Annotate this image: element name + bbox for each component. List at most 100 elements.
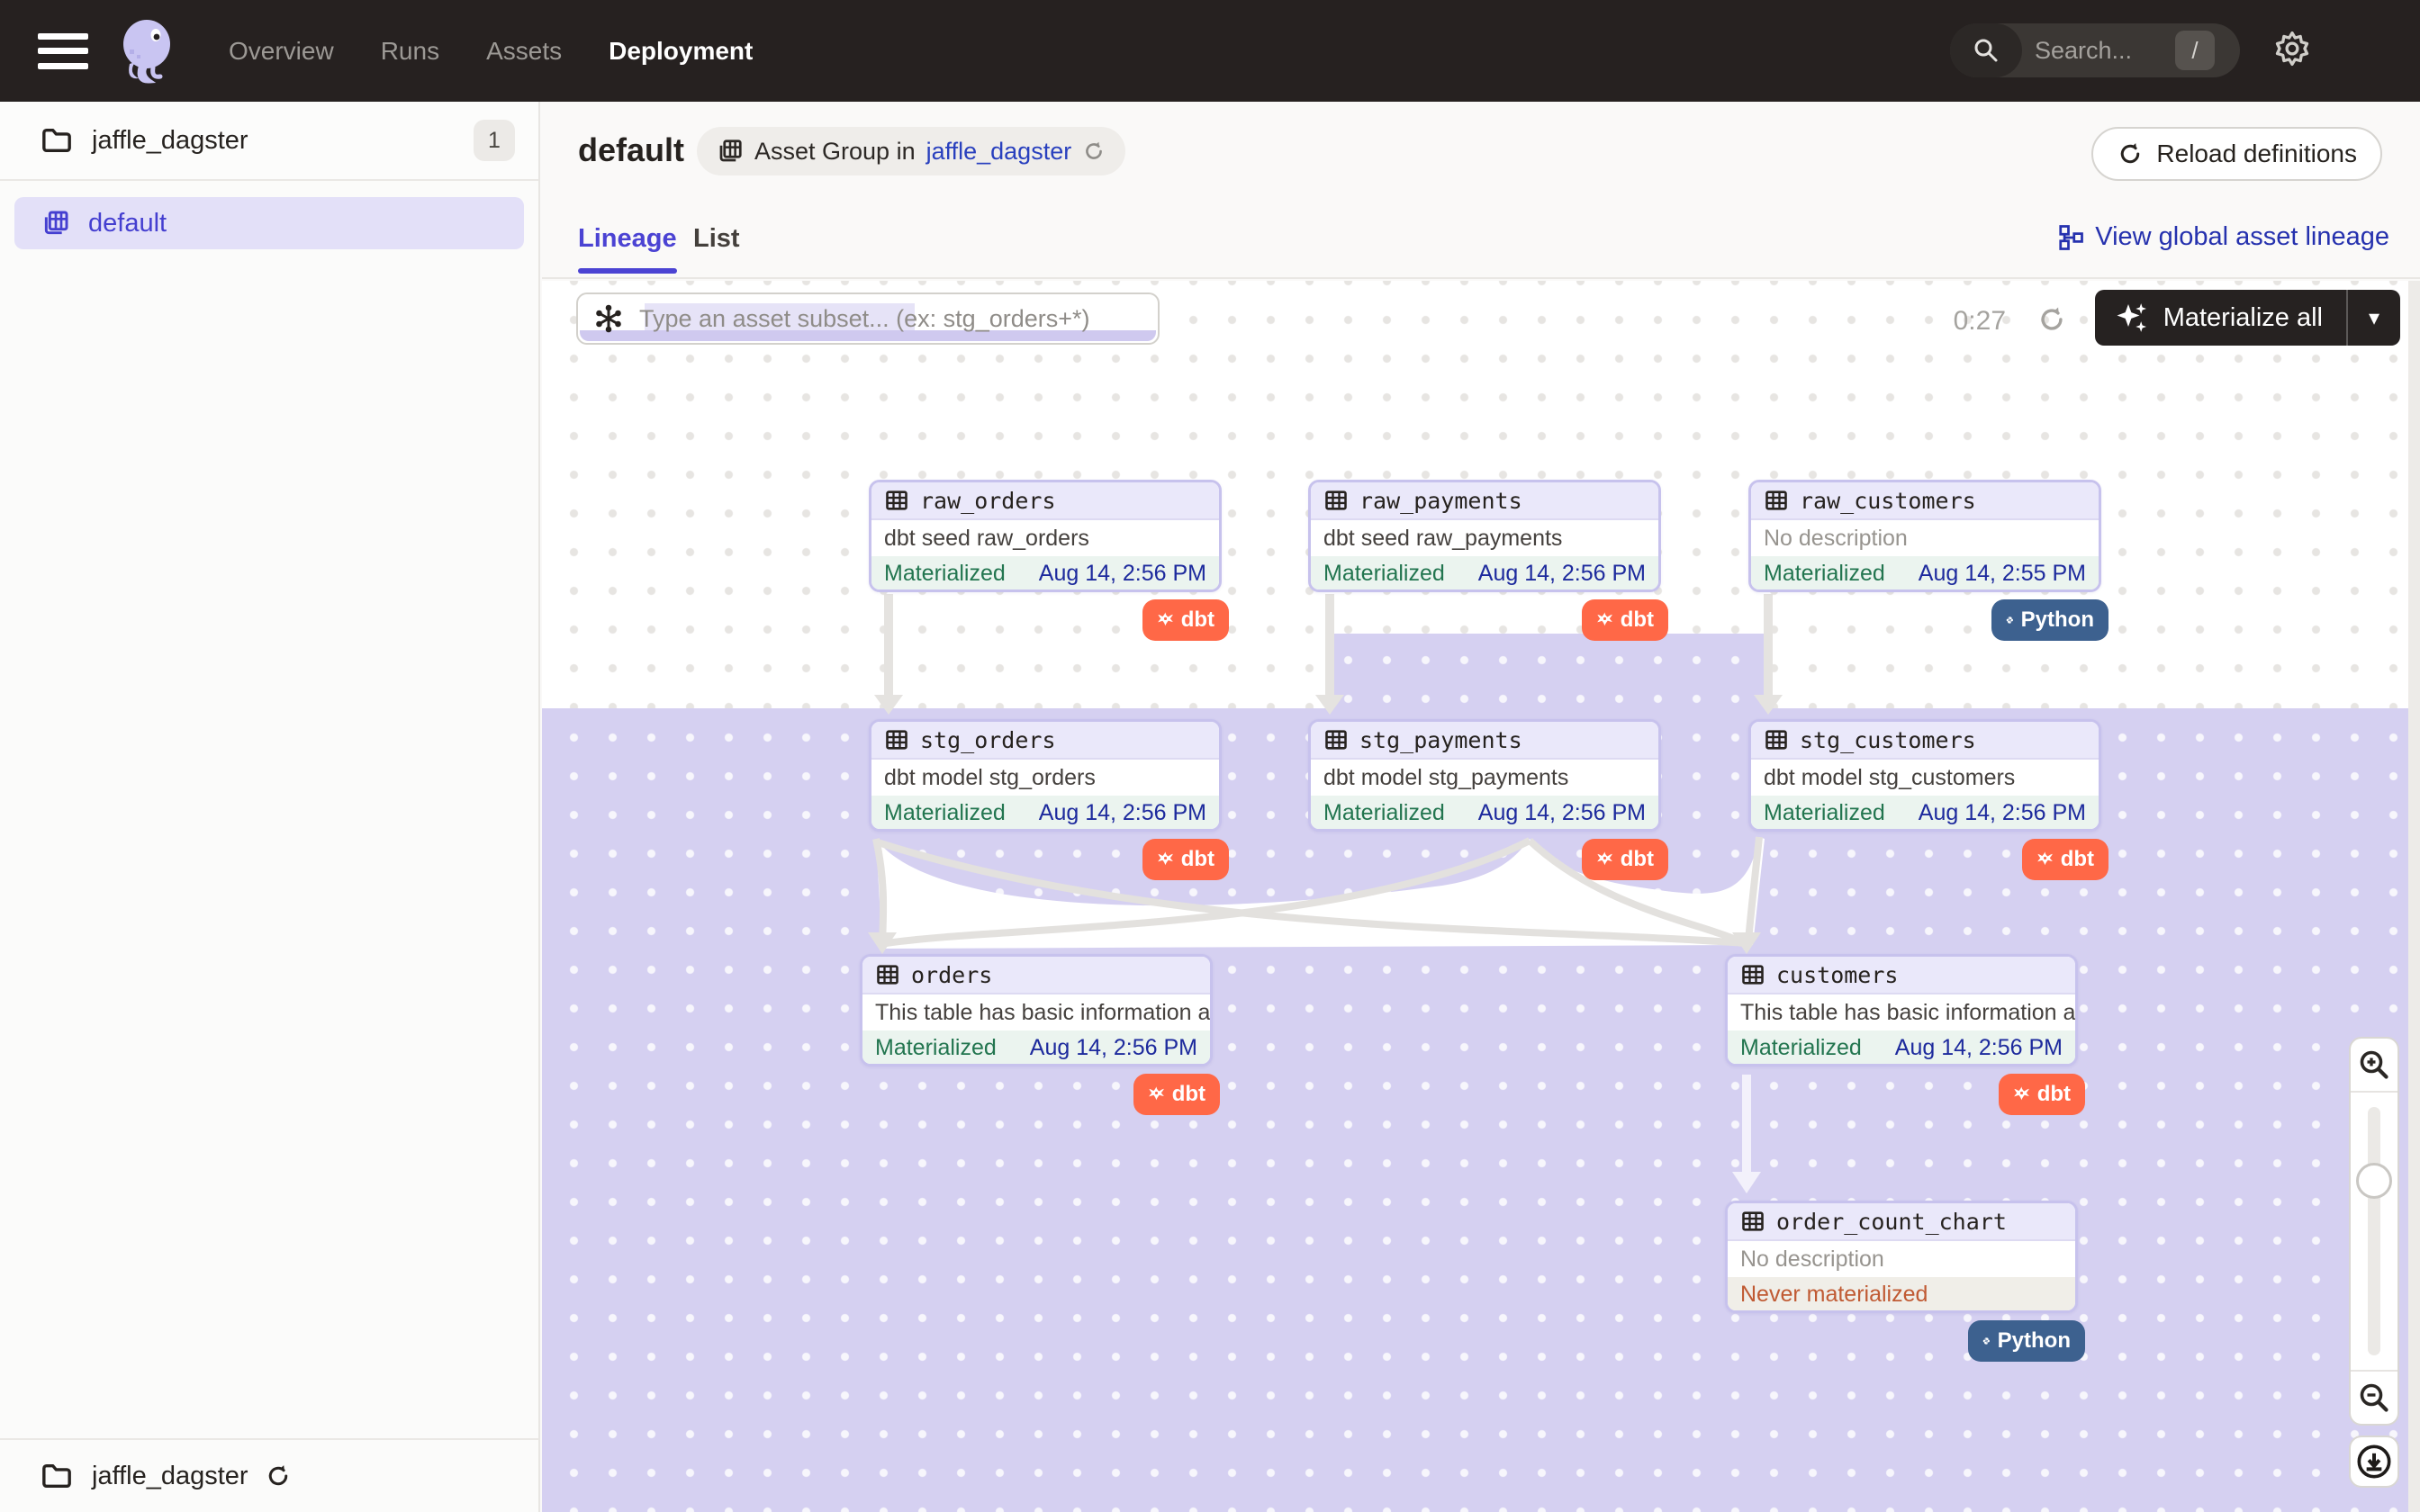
status-badge: Materialized	[1764, 561, 1885, 587]
zoom-in-button[interactable]	[2351, 1039, 2397, 1093]
download-icon	[2356, 1444, 2392, 1480]
asset-description: dbt seed raw_orders	[871, 520, 1219, 556]
dbt-badge-label: dbt	[1172, 1082, 1205, 1107]
refresh-icon[interactable]	[265, 1462, 292, 1490]
asset-status-footer: MaterializedAug 14, 2:56 PM	[871, 556, 1219, 590]
status-badge: Materialized	[884, 800, 1006, 826]
materialization-timestamp: Aug 14, 2:56 PM	[1039, 561, 1206, 587]
status-badge: Materialized	[1764, 800, 1885, 826]
sparkles-icon	[2115, 300, 2151, 336]
refresh-icon[interactable]	[1082, 140, 1106, 163]
python-compute-badge: Python	[1991, 599, 2108, 641]
asset-node-header: order_count_chart	[1728, 1203, 2075, 1241]
asset-node-stg_orders[interactable]: stg_ordersdbt model stg_ordersMaterializ…	[869, 719, 1222, 832]
lineage-graph-canvas[interactable]: 0:27 Materialize all ▾ raw_ordersdbt see…	[542, 281, 2420, 1512]
asset-status-footer: MaterializedAug 14, 2:56 PM	[1751, 796, 2099, 830]
view-global-asset-lineage-link[interactable]: View global asset lineage	[2057, 222, 2389, 252]
code-location-name: jaffle_dagster	[92, 126, 474, 156]
asset-node-orders[interactable]: ordersThis table has basic information a…	[860, 954, 1213, 1066]
asset-node-stg_customers[interactable]: stg_customersdbt model stg_customersMate…	[1748, 719, 2101, 832]
status-badge: Materialized	[1740, 1035, 1862, 1061]
table-icon	[1764, 488, 1789, 513]
table-icon	[884, 488, 909, 513]
reload-definitions-label: Reload definitions	[2156, 140, 2357, 168]
python-badge-label: Python	[2021, 608, 2094, 633]
materialization-timestamp: Aug 14, 2:56 PM	[1039, 800, 1206, 826]
settings-gear-icon[interactable]	[2265, 22, 2319, 76]
asset-group-icon	[717, 138, 744, 165]
asset-node-header: stg_orders	[871, 722, 1219, 760]
materialization-timestamp: Aug 14, 2:56 PM	[1895, 1035, 2063, 1061]
asset-name: stg_orders	[920, 727, 1056, 753]
asset-name: raw_customers	[1800, 488, 1976, 514]
group-name: default	[88, 209, 167, 238]
asset-status-footer: Never materialized	[1728, 1277, 2075, 1311]
refresh-timer: 0:27	[1954, 306, 2006, 337]
dbt-logo-icon	[1157, 607, 1174, 634]
materialize-all-label: Materialize all	[2163, 303, 2323, 333]
asset-node-header: raw_payments	[1311, 482, 1658, 520]
top-nav-links: Overview Runs Assets Deployment	[229, 37, 753, 66]
dbt-logo-icon	[1148, 1081, 1165, 1108]
chevron-down-icon[interactable]: ▾	[2348, 305, 2400, 331]
python-compute-badge: Python	[1968, 1320, 2085, 1362]
nav-deployment[interactable]: Deployment	[609, 37, 753, 66]
materialize-all-button[interactable]: Materialize all ▾	[2095, 290, 2400, 346]
asset-description: No description	[1728, 1241, 2075, 1277]
asset-name: raw_orders	[920, 488, 1056, 514]
dbt-compute-badge: dbt	[1999, 1074, 2085, 1115]
table-icon	[1323, 727, 1349, 752]
hamburger-menu-icon[interactable]	[38, 33, 88, 69]
sidebar-footer: jaffle_dagster	[0, 1438, 538, 1512]
nav-assets[interactable]: Assets	[486, 37, 562, 66]
asset-description: This table has basic information about .…	[1728, 994, 2075, 1030]
folder-icon	[41, 127, 72, 154]
nav-runs[interactable]: Runs	[381, 37, 439, 66]
dbt-badge-label: dbt	[1621, 608, 1654, 633]
refresh-icon[interactable]	[2036, 304, 2067, 339]
status-badge: Materialized	[1323, 800, 1445, 826]
materialization-timestamp: Aug 14, 2:56 PM	[1478, 800, 1646, 826]
tab-lineage[interactable]: Lineage	[578, 224, 677, 254]
asset-node-header: customers	[1728, 957, 2075, 994]
asset-status-footer: Materialized Aug 14, 2:56 PM	[1311, 796, 1658, 830]
zoom-controls	[2349, 1037, 2399, 1426]
dbt-logo-icon	[2036, 846, 2054, 873]
asset-subset-query-box[interactable]	[576, 292, 1160, 345]
asset-node-stg_payments[interactable]: stg_paymentsdbt model stg_paymentsMateri…	[1308, 719, 1661, 832]
asset-node-raw_orders[interactable]: raw_ordersdbt seed raw_ordersMaterialize…	[869, 480, 1222, 592]
asset-status-footer: MaterializedAug 14, 2:55 PM	[1751, 556, 2099, 590]
asset-node-customers[interactable]: customers This table has basic informatio…	[1725, 954, 2078, 1066]
search-input[interactable]	[2035, 37, 2170, 65]
asset-name: customers	[1776, 962, 1898, 988]
asset-group-prefix: Asset Group in	[754, 138, 916, 166]
global-search[interactable]: /	[1950, 23, 2240, 77]
tab-list[interactable]: List	[693, 224, 740, 254]
asset-node-raw_customers[interactable]: raw_customersNo descriptionMaterializedA…	[1748, 480, 2101, 592]
materialization-timestamp: Aug 14, 2:56 PM	[1030, 1035, 1197, 1061]
dbt-logo-icon	[1596, 846, 1613, 873]
python-badge-label: Python	[1998, 1328, 2071, 1354]
vertical-scrollbar[interactable]	[2408, 281, 2420, 1512]
asset-node-order_count_chart[interactable]: order_count_chartNo descriptionNever mat…	[1725, 1201, 2078, 1313]
top-nav-bar: Overview Runs Assets Deployment /	[0, 0, 2420, 102]
zoom-slider[interactable]	[2351, 1093, 2397, 1370]
asset-description: This table has basic information about .…	[862, 994, 1210, 1030]
dbt-compute-badge: dbt	[2022, 839, 2108, 880]
asset-group-location-link[interactable]: jaffle_dagster	[926, 138, 1072, 166]
zoom-out-button[interactable]	[2351, 1370, 2397, 1424]
reload-definitions-button[interactable]: Reload definitions	[2091, 127, 2382, 181]
python-logo-icon	[1982, 1328, 1991, 1354]
dagster-logo[interactable]	[119, 19, 178, 84]
dbt-compute-badge: dbt	[1582, 839, 1668, 880]
sidebar-item-default-group[interactable]: default	[14, 197, 524, 249]
zoom-slider-track	[2368, 1107, 2380, 1355]
zoom-slider-handle[interactable]	[2356, 1163, 2392, 1199]
download-graph-button[interactable]	[2349, 1436, 2399, 1488]
status-badge: Materialized	[1323, 561, 1445, 587]
sidebar-code-location-row[interactable]: jaffle_dagster 1	[0, 102, 538, 181]
asset-subset-input[interactable]	[639, 305, 1143, 333]
nav-overview[interactable]: Overview	[229, 37, 334, 66]
asset-description: dbt seed raw_payments	[1311, 520, 1658, 556]
asset-node-raw_payments[interactable]: raw_paymentsdbt seed raw_payments Materia…	[1308, 480, 1661, 592]
